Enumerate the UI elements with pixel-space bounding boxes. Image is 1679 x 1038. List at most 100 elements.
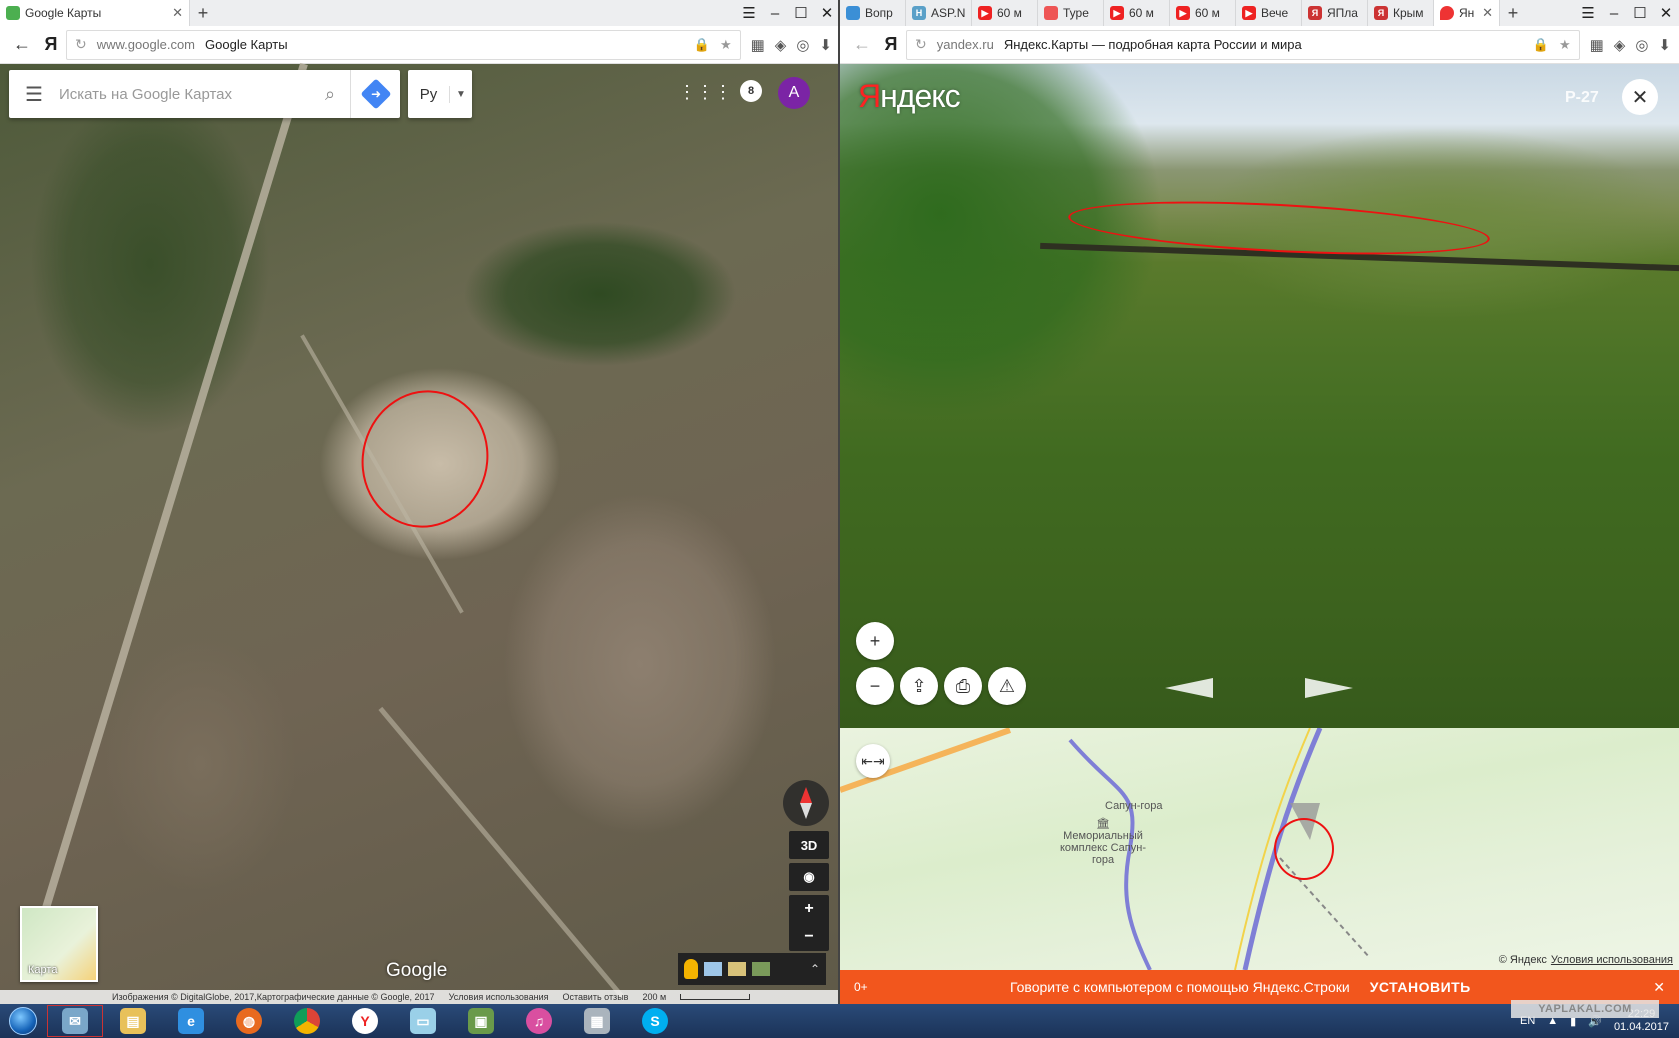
apps-grid-icon[interactable]: ⋮⋮⋮ <box>678 80 732 104</box>
start-button[interactable] <box>0 1004 46 1038</box>
zoom-out-button[interactable]: − <box>856 667 894 705</box>
taskbar-app[interactable]: Y <box>336 1004 394 1038</box>
directions-button[interactable]: ➜ <box>350 70 400 118</box>
tab-item[interactable]: ▶ 60 м <box>1170 0 1236 26</box>
close-window-icon[interactable]: ✕ <box>814 4 840 22</box>
layer-thumbnail-icon[interactable] <box>752 962 770 976</box>
install-button[interactable]: УСТАНОВИТЬ <box>1370 979 1471 995</box>
youtube-icon: ▶ <box>978 6 992 20</box>
zoom-out-button[interactable]: − <box>804 928 813 946</box>
tab-item[interactable]: Я ЯПла <box>1302 0 1368 26</box>
language-value: Ру <box>408 85 450 103</box>
taskbar-app[interactable]: ▭ <box>394 1004 452 1038</box>
maximize-icon[interactable]: ☐ <box>1627 4 1653 22</box>
search-icon[interactable]: ⌕ <box>310 84 350 105</box>
maximize-icon[interactable]: ☐ <box>788 4 814 22</box>
taskbar-app[interactable]: e <box>162 1004 220 1038</box>
zoom-in-button[interactable]: + <box>856 622 894 660</box>
tab-item[interactable]: H ASP.N <box>906 0 972 26</box>
print-icon[interactable]: ⎙ <box>944 667 982 705</box>
terms-link[interactable]: Условия использования <box>1551 954 1673 966</box>
lock-icon[interactable]: 🔒 <box>1533 37 1549 53</box>
download-icon[interactable]: ⬇ <box>1658 36 1671 54</box>
mini-map[interactable]: ⇤⇥ Сапун-гора 🏛 Мемориальный комплекс Сап… <box>840 728 1679 970</box>
tab-item[interactable]: Вопр <box>840 0 906 26</box>
new-tab-button[interactable]: + <box>190 0 216 26</box>
reload-icon[interactable]: ↻ <box>915 36 927 53</box>
street-panorama[interactable]: Яндекс Р-27 ✕ + − ⇪ ⎙ ⚠ <box>840 64 1679 728</box>
pano-back-arrow-icon[interactable] <box>1165 678 1213 698</box>
back-arrow-icon[interactable]: ← <box>8 34 36 55</box>
taskbar-app[interactable] <box>278 1004 336 1038</box>
minimize-icon[interactable]: – <box>1601 5 1627 22</box>
tab-title: Крым <box>1393 6 1424 20</box>
3d-button[interactable]: 3D <box>789 831 829 859</box>
tab-yandex-maps[interactable]: Ян ✕ <box>1434 0 1500 26</box>
hamburger-menu-icon[interactable]: ☰ <box>9 82 59 107</box>
url-field[interactable]: ↻ www.google.com Google Карты 🔒 ★ <box>66 29 741 60</box>
taskbar-app[interactable]: S <box>626 1004 684 1038</box>
bookmark-star-icon[interactable]: ★ <box>720 37 732 53</box>
lock-icon[interactable]: 🔒 <box>694 37 710 53</box>
notifications-badge[interactable]: 8 <box>740 80 762 102</box>
minimize-icon[interactable]: – <box>762 5 788 22</box>
menu-icon[interactable]: ☰ <box>1575 4 1601 22</box>
pano-forward-arrow-icon[interactable] <box>1305 678 1353 698</box>
pegman-icon[interactable] <box>684 959 698 979</box>
turbo-icon[interactable]: ◎ <box>796 36 809 54</box>
extension-icon[interactable]: ▦ <box>751 36 765 54</box>
terms-link[interactable]: Условия использования <box>449 992 549 1002</box>
compass-icon[interactable] <box>783 780 829 826</box>
tab-item[interactable]: ▶ 60 м <box>972 0 1038 26</box>
close-tab-icon[interactable]: ✕ <box>1482 5 1493 21</box>
tab-item[interactable]: ▶ 60 м <box>1104 0 1170 26</box>
share-icon[interactable]: ⇪ <box>900 667 938 705</box>
tab-item[interactable]: ▶ Вече <box>1236 0 1302 26</box>
tab-item[interactable]: Я Крым <box>1368 0 1434 26</box>
language-select[interactable]: Ру ▼ <box>408 70 472 118</box>
reload-icon[interactable]: ↻ <box>75 36 87 53</box>
layer-thumbnail-icon[interactable] <box>728 962 746 976</box>
new-tab-button[interactable]: + <box>1500 0 1526 26</box>
turbo-icon[interactable]: ◎ <box>1635 36 1648 54</box>
close-window-icon[interactable]: ✕ <box>1653 4 1679 22</box>
search-input[interactable]: Искать на Google Картах <box>59 86 310 103</box>
taskbar-app[interactable]: ▦ <box>568 1004 626 1038</box>
bookmark-star-icon[interactable]: ★ <box>1559 37 1571 53</box>
tab-favicon-icon: Я <box>1308 6 1322 20</box>
taskbar-app[interactable]: ♫ <box>510 1004 568 1038</box>
avatar[interactable]: A <box>778 77 810 109</box>
tab-item[interactable]: Туре <box>1038 0 1104 26</box>
satellite-map[interactable] <box>0 62 840 1004</box>
report-error-icon[interactable]: ⚠ <box>988 667 1026 705</box>
menu-icon[interactable]: ☰ <box>736 4 762 22</box>
yandex-browser-logo-icon[interactable]: Я <box>876 34 906 55</box>
map-type-thumbnail[interactable]: Карта <box>20 906 98 982</box>
layer-thumbnail-icon[interactable] <box>704 962 722 976</box>
extension-icon[interactable]: ◈ <box>775 36 787 54</box>
expand-map-icon[interactable]: ⇤⇥ <box>856 744 890 778</box>
taskbar-app[interactable]: ✉ <box>46 1004 104 1038</box>
url-field[interactable]: ↻ yandex.ru Яндекс.Карты — подробная кар… <box>906 29 1580 60</box>
red-annotation-circle <box>1274 818 1334 880</box>
back-arrow-icon[interactable]: ← <box>848 34 876 55</box>
download-icon[interactable]: ⬇ <box>819 36 832 54</box>
taskbar-app[interactable]: ▤ <box>104 1004 162 1038</box>
chat-icon: ✉ <box>62 1008 88 1034</box>
zoom-in-button[interactable]: + <box>804 900 813 918</box>
my-location-icon[interactable]: ◉ <box>789 863 829 891</box>
tab-google-maps[interactable]: Google Карты ✕ <box>0 0 190 26</box>
chevron-up-icon[interactable]: ⌃ <box>810 962 820 976</box>
dropdown-arrow-icon[interactable]: ▼ <box>450 89 472 100</box>
extension-icon[interactable]: ◈ <box>1614 36 1626 54</box>
yandex-browser-logo-icon[interactable]: Я <box>36 34 66 55</box>
taskbar-app[interactable]: ▣ <box>452 1004 510 1038</box>
feedback-link[interactable]: Оставить отзыв <box>562 992 628 1002</box>
close-banner-icon[interactable]: ✕ <box>1653 979 1665 996</box>
url-domain: yandex.ru <box>936 37 994 52</box>
extension-icon[interactable]: ▦ <box>1590 36 1604 54</box>
close-tab-icon[interactable]: ✕ <box>172 5 183 21</box>
taskbar-app[interactable]: ◍ <box>220 1004 278 1038</box>
close-panorama-button[interactable]: ✕ <box>1622 79 1658 115</box>
museum-icon: 🏛 <box>1096 818 1110 830</box>
